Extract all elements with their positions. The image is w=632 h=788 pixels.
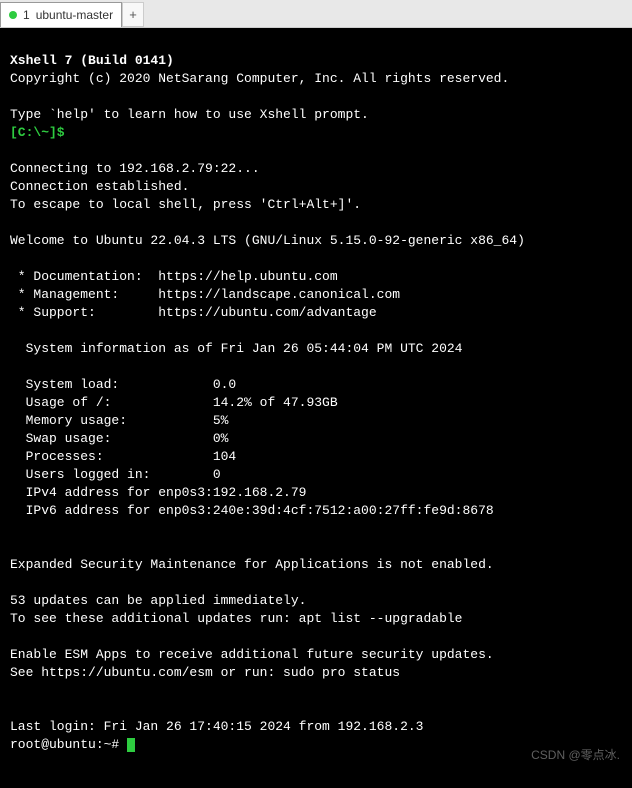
tab-session[interactable]: 1 ubuntu-master	[0, 2, 122, 27]
sysinfo-rows: System load: 0.0 Usage of /: 14.2% of 47…	[10, 376, 622, 520]
new-tab-button[interactable]: +	[122, 2, 144, 27]
watermark: CSDN @零点冰.	[531, 746, 620, 764]
plus-icon: +	[129, 7, 137, 22]
sysinfo-row: Users logged in: 0	[10, 467, 221, 482]
copyright-line: Copyright (c) 2020 NetSarang Computer, I…	[10, 71, 509, 86]
last-login-line: Last login: Fri Jan 26 17:40:15 2024 fro…	[10, 719, 423, 734]
sysinfo-row: Memory usage: 5%	[10, 413, 228, 428]
connecting-line: Connecting to 192.168.2.79:22...	[10, 161, 260, 176]
mgmt-link-line: * Management: https://landscape.canonica…	[10, 287, 400, 302]
sysinfo-row: Usage of /: 14.2% of 47.93GB	[10, 395, 338, 410]
terminal-output[interactable]: Xshell 7 (Build 0141) Copyright (c) 2020…	[0, 28, 632, 788]
tab-title: ubuntu-master	[36, 8, 113, 22]
esm-line: Expanded Security Maintenance for Applic…	[10, 557, 494, 572]
tab-index: 1	[23, 8, 30, 22]
shell-prompt[interactable]: root@ubuntu:~#	[10, 737, 127, 752]
sysinfo-row: IPv6 address for enp0s3:240e:39d:4cf:751…	[10, 503, 494, 518]
status-dot-icon	[9, 11, 17, 19]
support-link-line: * Support: https://ubuntu.com/advantage	[10, 305, 377, 320]
help-line: Type `help' to learn how to use Xshell p…	[10, 107, 369, 122]
sysinfo-asof: System information as of Fri Jan 26 05:4…	[10, 341, 462, 356]
local-prompt: [C:\~]$	[10, 125, 65, 140]
sysinfo-row: System load: 0.0	[10, 377, 236, 392]
sysinfo-row: Swap usage: 0%	[10, 431, 228, 446]
see-esm-line: See https://ubuntu.com/esm or run: sudo …	[10, 665, 400, 680]
app-title: Xshell 7 (Build 0141)	[10, 53, 174, 68]
enable-esm-line: Enable ESM Apps to receive additional fu…	[10, 647, 494, 662]
welcome-line: Welcome to Ubuntu 22.04.3 LTS (GNU/Linux…	[10, 233, 525, 248]
cursor-icon	[127, 738, 135, 752]
doc-link-line: * Documentation: https://help.ubuntu.com	[10, 269, 338, 284]
sysinfo-row: IPv4 address for enp0s3:192.168.2.79	[10, 485, 306, 500]
escape-line: To escape to local shell, press 'Ctrl+Al…	[10, 197, 361, 212]
see-updates-line: To see these additional updates run: apt…	[10, 611, 462, 626]
established-line: Connection established.	[10, 179, 189, 194]
updates-line: 53 updates can be applied immediately.	[10, 593, 306, 608]
sysinfo-row: Processes: 104	[10, 449, 236, 464]
tab-bar: 1 ubuntu-master +	[0, 0, 632, 28]
